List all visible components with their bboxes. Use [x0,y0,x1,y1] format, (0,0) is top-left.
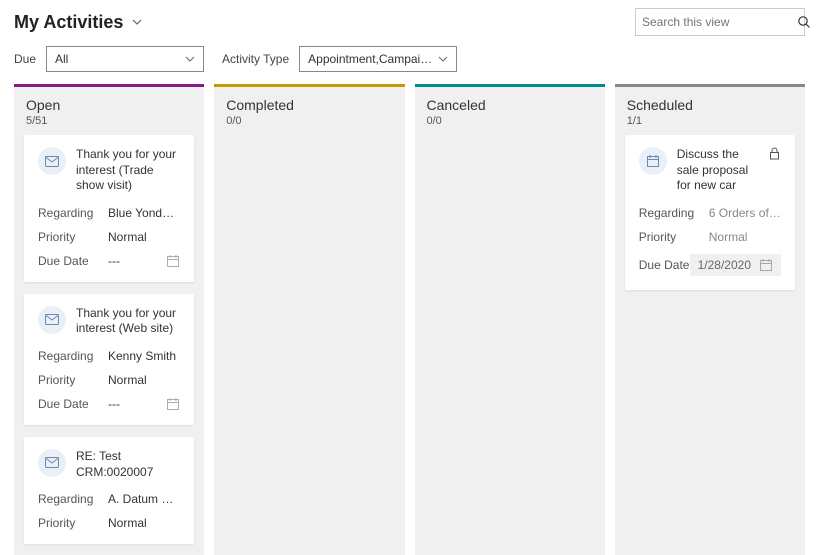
due-filter-label: Due [14,52,36,66]
mail-icon [38,449,66,477]
calendar-icon[interactable] [166,254,180,268]
calendar-icon [759,258,773,272]
field-value-regarding: Blue Yonder Ai... [108,206,180,220]
field-label-due-date: Due Date [639,258,690,272]
activity-type-filter-select[interactable]: Appointment,Campaign Acti... [299,46,457,72]
kanban-board: Open 5/51 Thank you for your interest (T… [0,84,819,555]
field-value-priority: Normal [108,230,180,244]
column-title: Completed [226,97,392,113]
field-label-regarding: Regarding [38,206,108,220]
appointment-icon [639,147,667,175]
activity-card[interactable]: Thank you for your interest (Web site) R… [24,294,194,425]
chevron-down-icon [131,16,143,28]
field-label-regarding: Regarding [38,492,108,506]
page-title: My Activities [14,12,123,33]
activity-card[interactable]: RE: Test CRM:0020007 Regarding A. Datum … [24,437,194,544]
search-input[interactable] [642,15,797,29]
field-value-priority: Normal [709,230,781,244]
chevron-down-icon [185,54,195,64]
field-value-due-date: --- [108,397,158,411]
column-scheduled: Scheduled 1/1 Discuss the sale proposal … [615,84,805,555]
due-filter-value: All [55,52,68,66]
field-value-regarding: Kenny Smith [108,349,180,363]
column-count: 1/1 [627,115,793,127]
card-title: RE: Test CRM:0020007 [76,449,180,480]
field-label-priority: Priority [38,516,108,530]
column-count: 0/0 [427,115,593,127]
field-value-priority: Normal [108,516,180,530]
column-count: 5/51 [26,115,192,127]
calendar-icon[interactable] [166,397,180,411]
column-canceled: Canceled 0/0 [415,84,605,555]
column-title: Open [26,97,192,113]
field-label-due-date: Due Date [38,397,108,411]
field-value-regarding: 6 Orders of pro... [709,206,781,220]
field-label-due-date: Due Date [38,254,108,268]
chevron-down-icon [438,54,448,64]
view-title-wrap[interactable]: My Activities [14,12,143,33]
field-label-regarding: Regarding [639,206,709,220]
mail-icon [38,306,66,334]
due-date-box[interactable]: 1/28/2020 [690,254,781,276]
field-label-priority: Priority [38,230,108,244]
field-label-regarding: Regarding [38,349,108,363]
activity-card[interactable]: Thank you for your interest (Trade show … [24,135,194,282]
column-title: Canceled [427,97,593,113]
lock-icon [767,147,781,160]
field-label-priority: Priority [639,230,709,244]
search-icon[interactable] [797,15,811,29]
column-open: Open 5/51 Thank you for your interest (T… [14,84,204,555]
column-completed: Completed 0/0 [214,84,404,555]
card-title: Discuss the sale proposal for new car [677,147,757,194]
field-value-due-date: 1/28/2020 [698,258,751,272]
due-filter-select[interactable]: All [46,46,204,72]
card-title: Thank you for your interest (Trade show … [76,147,180,194]
field-value-regarding: A. Datum Corp... [108,492,180,506]
card-title: Thank you for your interest (Web site) [76,306,180,337]
column-count: 0/0 [226,115,392,127]
field-value-due-date: --- [108,254,158,268]
search-box[interactable] [635,8,805,36]
activity-type-filter-value: Appointment,Campaign Acti... [308,52,438,66]
column-title: Scheduled [627,97,793,113]
field-label-priority: Priority [38,373,108,387]
field-value-priority: Normal [108,373,180,387]
activity-type-filter-label: Activity Type [222,52,289,66]
activity-card[interactable]: Discuss the sale proposal for new car Re… [625,135,795,290]
mail-icon [38,147,66,175]
